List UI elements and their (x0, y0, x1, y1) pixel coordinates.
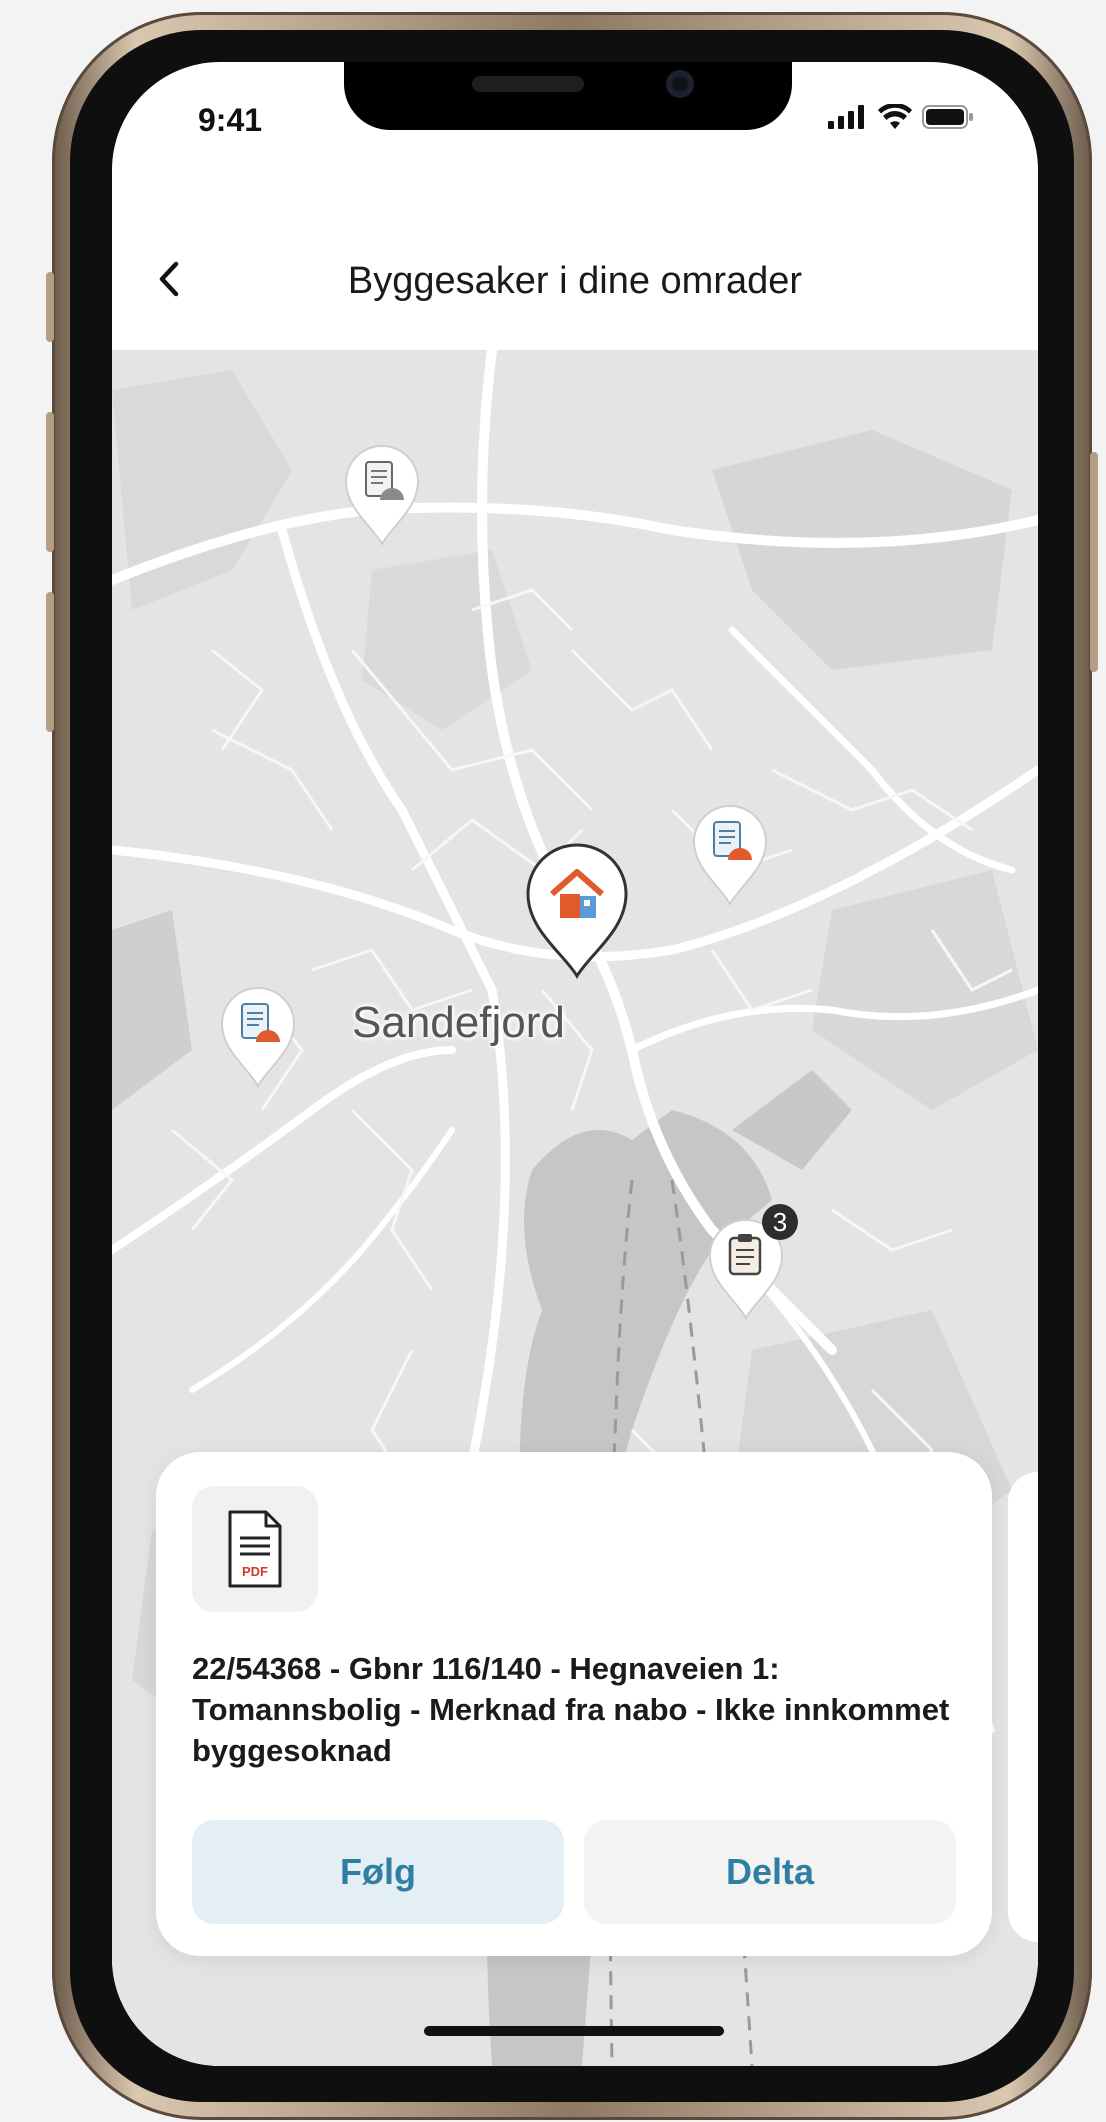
document-tile[interactable]: PDF (192, 1486, 318, 1612)
status-time: 9:41 (198, 102, 263, 138)
document-notice-icon (692, 805, 768, 906)
pdf-label: PDF (242, 1564, 268, 1579)
battery-icon (922, 105, 973, 129)
city-label: Sandefjord (352, 998, 565, 1047)
case-description: 22/54368 - Gbnr 116/140 - Hegnaveien 1: … (192, 1651, 950, 1768)
status-icons (828, 104, 974, 130)
page-title: Byggesaker i dine omrader (347, 260, 803, 302)
volume-down-button (46, 592, 54, 732)
signal-icon (828, 105, 864, 129)
cluster-count-badge: 3 (762, 1204, 798, 1240)
notch (344, 62, 792, 130)
mute-switch (46, 272, 54, 342)
screen: 9:41 Byggesaker i dine omrader Sandefjor… (112, 62, 1038, 2066)
volume-up-button (46, 412, 54, 552)
nav-header: Byggesaker i dine omrader (112, 172, 1038, 350)
join-button[interactable]: Delta (584, 1820, 956, 1924)
document-notice-icon (220, 987, 296, 1088)
pdf-document-icon: PDF (228, 1510, 282, 1588)
front-camera (666, 70, 694, 98)
wifi-icon (878, 104, 912, 129)
next-card-peek[interactable] (1008, 1472, 1038, 1942)
speaker (472, 76, 584, 92)
home-indicator[interactable] (424, 2026, 724, 2036)
case-card[interactable]: PDF 22/54368 - Gbnr 116/140 - Hegnaveien… (156, 1452, 992, 1956)
document-notice-icon (344, 445, 420, 546)
follow-button[interactable]: Følg (192, 1820, 564, 1924)
house-icon (526, 843, 628, 979)
power-button (1090, 452, 1098, 672)
